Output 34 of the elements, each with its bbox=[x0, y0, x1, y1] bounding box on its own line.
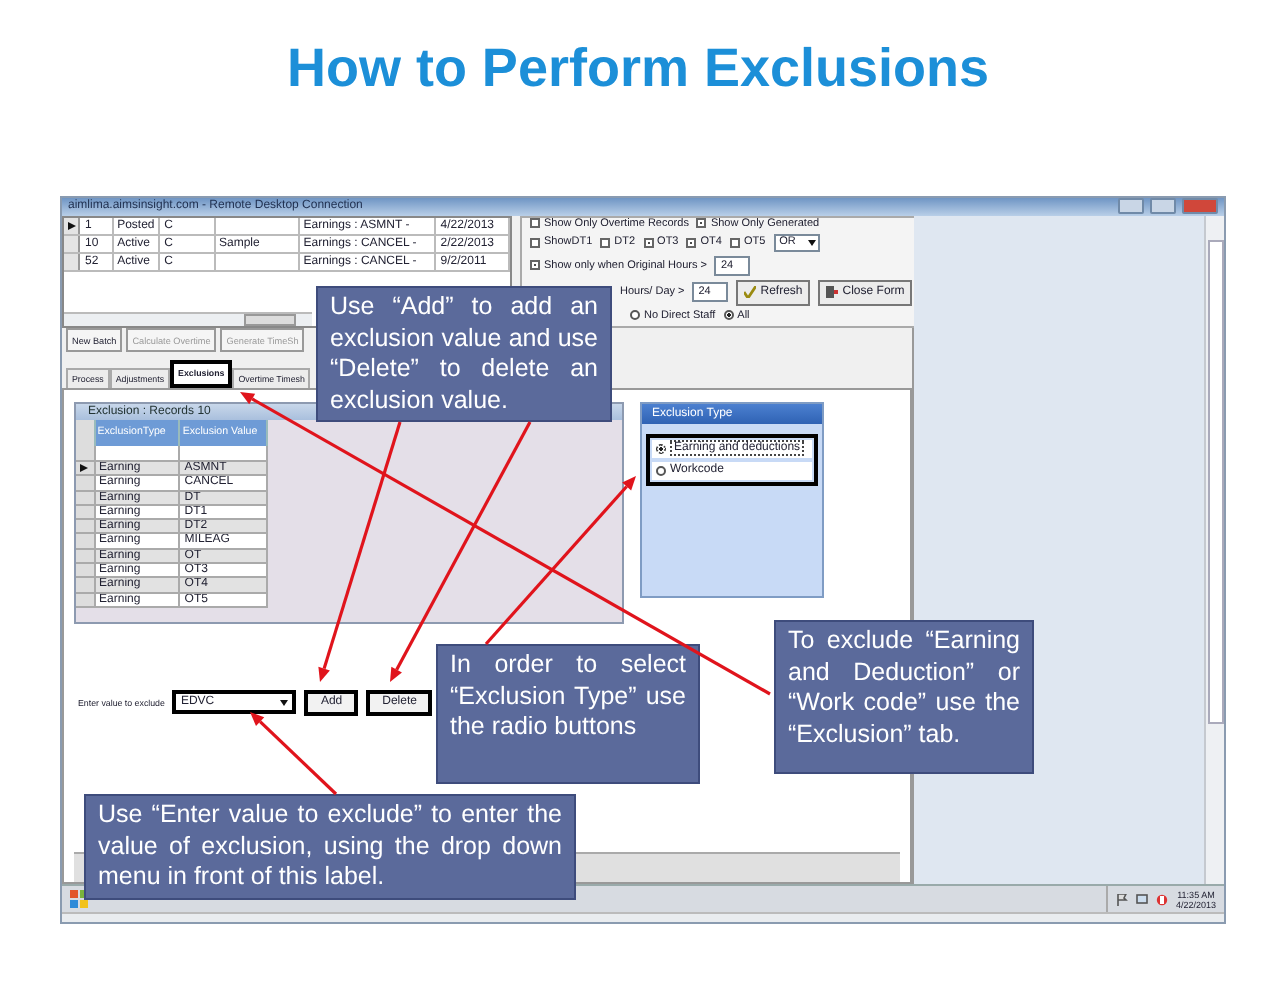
radio-button[interactable] bbox=[723, 310, 734, 321]
caret-icon bbox=[280, 698, 289, 707]
scrollbar[interactable] bbox=[62, 912, 1224, 922]
checkbox[interactable] bbox=[530, 237, 540, 248]
radio-button[interactable] bbox=[656, 443, 666, 454]
scrollbar[interactable] bbox=[64, 311, 312, 326]
row-pointer-icon bbox=[80, 464, 89, 473]
slide-title: How to Perform Exclusions bbox=[286, 37, 990, 99]
checkbox[interactable] bbox=[643, 237, 654, 248]
callout-box: In order to select “Exclusion Type” use the radio buttons bbox=[436, 644, 700, 784]
scrollbar[interactable] bbox=[1204, 215, 1224, 885]
check-icon bbox=[744, 286, 757, 299]
maximize-button[interactable] bbox=[1150, 198, 1176, 215]
checkbox[interactable] bbox=[696, 218, 707, 229]
close-button[interactable] bbox=[1182, 198, 1218, 215]
caret-icon bbox=[807, 238, 816, 247]
monitor-icon[interactable] bbox=[1135, 893, 1148, 906]
checkbox[interactable] bbox=[600, 237, 611, 248]
row-pointer-icon bbox=[67, 221, 76, 230]
checkbox[interactable] bbox=[530, 260, 540, 271]
checkbox[interactable] bbox=[729, 237, 740, 248]
minimize-button[interactable] bbox=[1118, 198, 1144, 215]
row-selector[interactable] bbox=[64, 217, 81, 234]
callout-box: To exclude “Earning and Deduction” or “Work code” use the “Exclusion” tab. bbox=[774, 620, 1034, 774]
door-icon bbox=[826, 286, 839, 299]
radio-button[interactable] bbox=[656, 465, 666, 476]
callout-box: Use “Add” to add an exclusion value and use “Delete” to delete an exclusion value. bbox=[316, 286, 612, 422]
callout-box: Use “Enter value to exclude” to enter the value of exclusion, using the drop down menu in front of this label. bbox=[84, 794, 576, 900]
pointer-arrow bbox=[250, 712, 338, 796]
flag-icon[interactable] bbox=[1115, 893, 1128, 906]
checkbox[interactable] bbox=[686, 237, 697, 248]
checkbox[interactable] bbox=[530, 218, 540, 229]
radio-button[interactable] bbox=[630, 310, 640, 321]
stop-icon[interactable] bbox=[1155, 893, 1168, 906]
